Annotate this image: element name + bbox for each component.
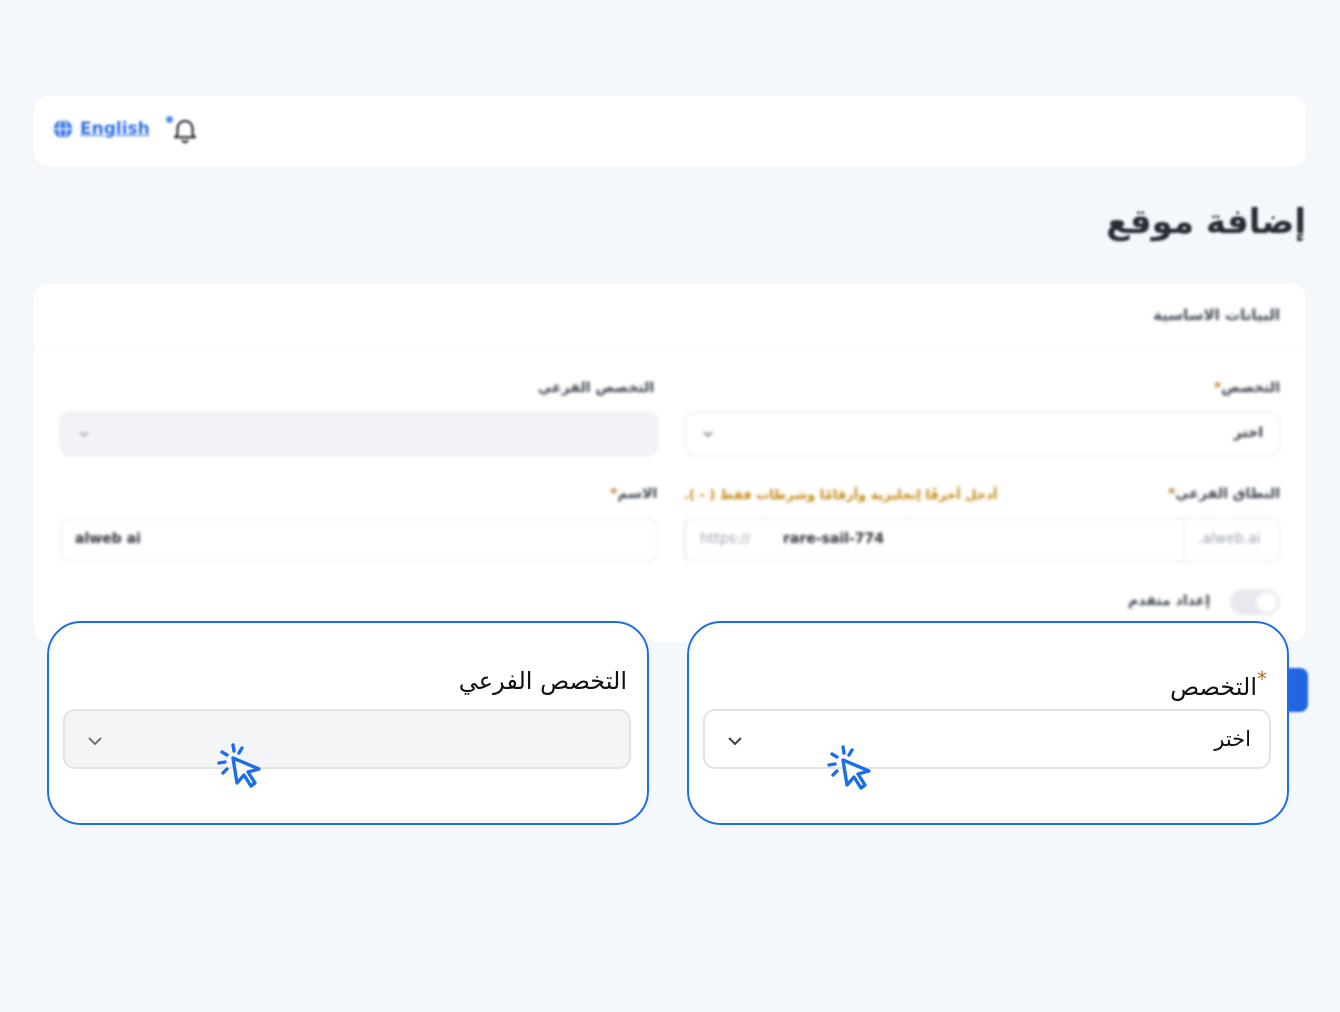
page-title: إضافة موقع	[1106, 202, 1306, 242]
subdomain-label: النطاق الفرعي*	[1168, 486, 1280, 502]
chevron-down-icon	[703, 431, 713, 438]
basic-info-card: البيانات الاساسية التخصص* اختر التخصص ال…	[34, 284, 1306, 642]
callout-specialty-select[interactable]: اختر	[703, 709, 1271, 769]
language-label: English	[80, 119, 150, 139]
advanced-toggle[interactable]	[1230, 589, 1280, 615]
specialty-select[interactable]: اختر	[684, 412, 1280, 456]
globe-icon	[53, 119, 73, 139]
bell-icon	[173, 119, 197, 144]
notifications-button[interactable]	[164, 114, 200, 148]
callout-sub-specialty-label: التخصص الفرعي	[458, 667, 627, 695]
advanced-label: إعداد متقدم	[1128, 593, 1211, 609]
chevron-down-icon	[79, 431, 89, 438]
sub-specialty-label: التخصص الفرعي	[538, 380, 655, 396]
specialty-value: اختر	[1233, 425, 1263, 441]
click-cursor-icon	[217, 743, 261, 788]
name-input[interactable]: alweb ai	[60, 518, 658, 562]
callout-specialty-value: اختر	[1214, 727, 1251, 751]
chevron-down-icon	[728, 737, 742, 746]
specialty-callout: *التخصص اختر	[687, 621, 1289, 825]
click-cursor-icon	[827, 745, 871, 790]
subdomain-prefix: https://	[685, 519, 769, 561]
subdomain-hint: أدخل أحرفًا إنجليزية وأرقامًا وشرطات فقط…	[684, 488, 998, 503]
language-switch[interactable]: English	[52, 118, 150, 140]
callout-specialty-label: *التخصص	[1170, 667, 1267, 701]
card-header: البيانات الاساسية	[34, 284, 1306, 348]
chevron-down-icon	[88, 737, 102, 746]
subdomain-input[interactable]: rare-sail-774	[769, 519, 1183, 561]
specialty-label: التخصص*	[1213, 380, 1280, 396]
name-label: الاسم*	[610, 486, 658, 502]
subdomain-input-group[interactable]: https:// rare-sail-774 .alweb.ai	[684, 518, 1280, 562]
top-bar: English	[34, 96, 1306, 166]
toggle-knob	[1257, 592, 1277, 612]
subdomain-suffix: .alweb.ai	[1183, 519, 1279, 561]
sub-specialty-callout: التخصص الفرعي	[47, 621, 649, 825]
callout-sub-specialty-select[interactable]	[63, 709, 631, 769]
sub-specialty-select[interactable]	[60, 412, 658, 456]
